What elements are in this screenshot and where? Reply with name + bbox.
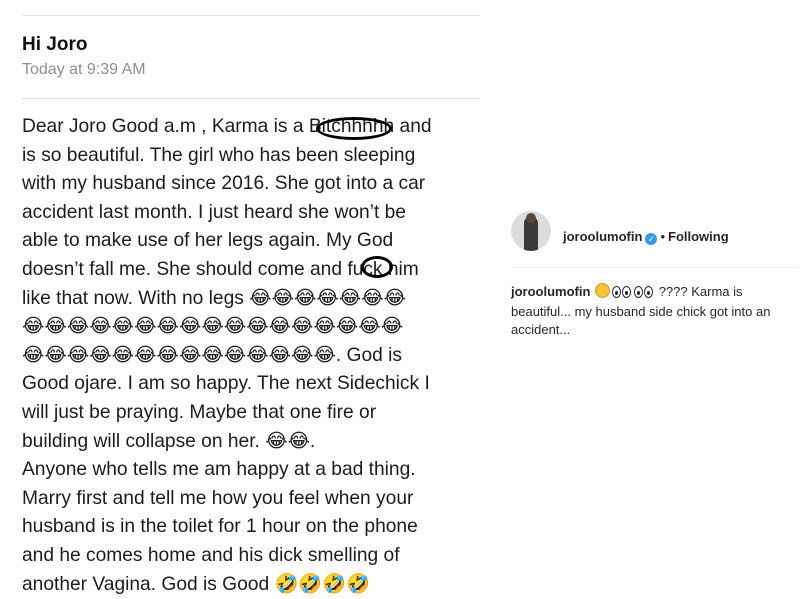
redaction-mark: [361, 256, 393, 278]
username-link[interactable]: joroolumofin: [563, 229, 642, 244]
avatar[interactable]: [511, 211, 551, 251]
eyes-icon: [612, 285, 632, 303]
email-body-line: 😂😂😂😂😂😂😂😂😂😂😂😂😂😂😂😂😂: [22, 316, 404, 338]
separator-dot: •: [660, 229, 665, 244]
email-body-line: building will collapse on her. 😂😂.: [22, 430, 316, 452]
verified-badge-icon: ✓: [645, 233, 658, 245]
email-timestamp: Today at 9:39 AM: [22, 61, 146, 78]
email-body-line: 😂😂😂😂😂😂😂😂😂😂😂😂😂😂. God is: [22, 344, 402, 366]
email-body-line: with my husband since 2016. She got into…: [22, 173, 426, 195]
header-divider: [22, 98, 480, 99]
email-body-line: doesn’t fall me. She should come and fuc…: [22, 258, 419, 280]
email-body-line: is so beautiful. The girl who has been s…: [22, 144, 416, 166]
redaction-mark: [316, 117, 392, 140]
post-caption: joroolumofin ???? Karma is beautiful... …: [511, 283, 781, 339]
email-body-line: another Vagina. God is Good 🤣🤣🤣🤣: [22, 573, 371, 595]
avatar-head: [526, 213, 536, 223]
email-body-line: Marry first and tell me how you feel whe…: [22, 487, 414, 509]
top-divider: [22, 15, 480, 16]
email-panel: Hi Joro Today at 9:39 AM Dear Joro Good …: [0, 0, 490, 599]
email-body-line: Anyone who tells me am happy at a bad th…: [22, 459, 416, 481]
header-line: joroolumofin ✓ • Following: [563, 229, 729, 245]
caption-username-link[interactable]: joroolumofin: [511, 284, 590, 299]
email-body: Dear Joro Good a.m , Karma is a Bitchhhh…: [22, 113, 492, 599]
email-body-line: able to make use of her legs again. My G…: [22, 230, 394, 252]
post-header: joroolumofin ✓ • Following: [507, 208, 799, 268]
following-button[interactable]: Following: [668, 229, 729, 244]
email-sender: Hi Joro: [22, 34, 88, 55]
eyes-icon: [634, 285, 654, 303]
email-body-line: like that now. With no legs 😂😂😂😂😂😂😂: [22, 287, 407, 309]
post-divider: [511, 267, 799, 268]
email-body-line: will just be praying. Maybe that one fir…: [22, 401, 377, 423]
email-body-line: husband is in the toilet for 1 hour on t…: [22, 516, 418, 538]
email-body-line: and he comes home and his dick smelling …: [22, 544, 400, 566]
flushed-face-icon: [595, 283, 611, 298]
email-body-line: Dear Joro Good a.m , Karma is a Bitchhhh…: [22, 116, 432, 137]
email-body-line: accident last month. I just heard she wo…: [22, 201, 406, 223]
email-body-line: Good ojare. I am so happy. The next Side…: [22, 373, 430, 395]
